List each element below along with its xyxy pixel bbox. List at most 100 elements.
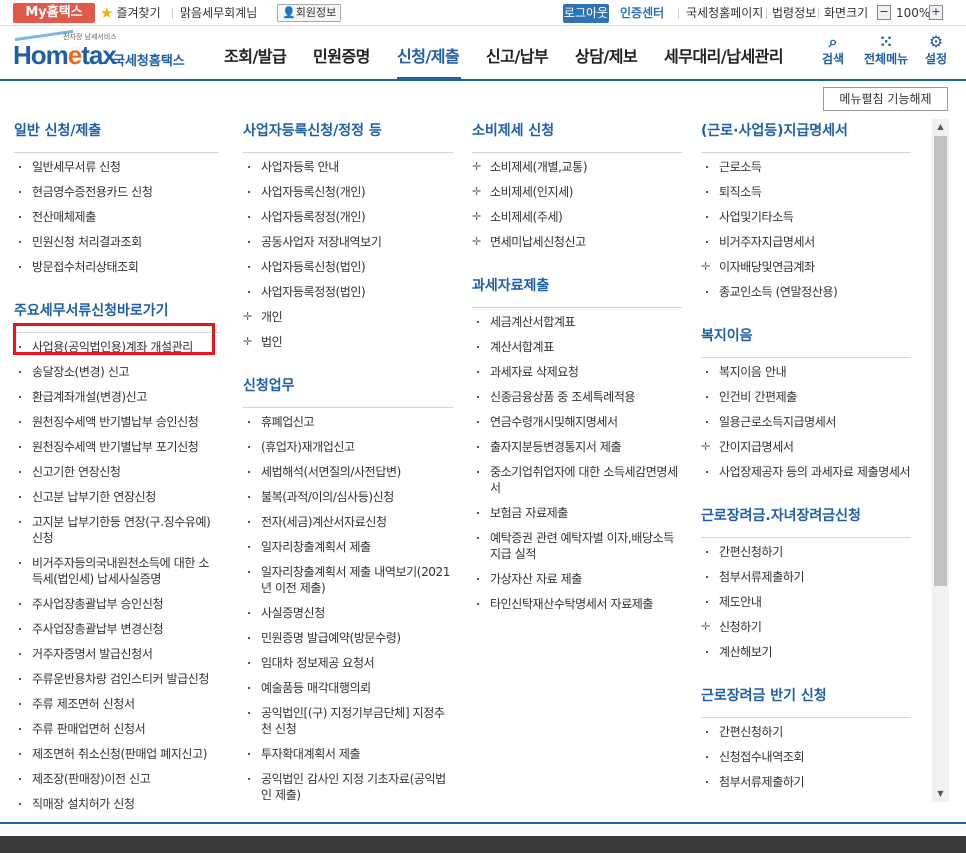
hometax-logo[interactable]: 전자정 남세서비스 Hometax 국세청홈택스 <box>13 29 193 74</box>
menu-link[interactable]: 신고기한 연장신청 <box>14 464 219 480</box>
nav-apply-submit[interactable]: 신청/제출 <box>397 43 460 67</box>
menu-link[interactable]: 사업자등록정정(개인) <box>243 209 453 225</box>
menu-link[interactable]: 개인 <box>243 309 453 325</box>
nav-civil-certificate[interactable]: 민원증명 <box>313 43 370 67</box>
menu-link[interactable]: 주류운반용차량 검인스티커 발급신청 <box>14 671 219 687</box>
menu-link[interactable]: 임대차 정보제공 요청서 <box>243 655 453 671</box>
menu-link[interactable]: 휴폐업신고 <box>243 414 453 430</box>
menu-link[interactable]: 중소기업취업자에 대한 소득세감면명세서 <box>472 464 682 496</box>
menu-link[interactable]: 첨부서류제출하기 <box>701 774 911 790</box>
menu-link[interactable]: 보험금 자료제출 <box>472 505 682 521</box>
menu-link[interactable]: 출자지분등변경통지서 제출 <box>472 439 682 455</box>
menu-link[interactable]: 투자확대계획서 제출 <box>243 746 453 762</box>
menu-link[interactable]: 계산해보기 <box>701 644 911 660</box>
menu-link[interactable]: 사실증명신청 <box>243 605 453 621</box>
menu-link[interactable]: 예술품등 매각대행의뢰 <box>243 680 453 696</box>
menu-link[interactable]: 제조장(판매장)이전 신고 <box>14 771 219 787</box>
menu-link[interactable]: 법인 <box>243 334 453 350</box>
menu-link[interactable]: 일자리창출계획서 제출 내역보기(2021년 이전 제출) <box>243 564 453 596</box>
menu-link[interactable]: 주류 제조면허 신청서 <box>14 696 219 712</box>
menu-link[interactable]: 근로소득 <box>701 159 911 175</box>
menu-expand-disable-button[interactable]: 메뉴펼침 기능해제 <box>823 87 948 111</box>
favorites-button[interactable]: ★ 즐겨찾기 <box>100 3 161 23</box>
menu-link[interactable]: 간편신청하기 <box>701 724 911 740</box>
menu-link[interactable]: 공동사업자 저장내역보기 <box>243 234 453 250</box>
menu-link[interactable]: 퇴직소득 <box>701 184 911 200</box>
menu-link[interactable]: 방문접수처리상태조회 <box>14 259 219 275</box>
cert-center-link[interactable]: 인증센터 <box>620 3 664 23</box>
menu-link[interactable]: 신고분 납부기한 연장신청 <box>14 489 219 505</box>
menu-link[interactable]: 소비제세(주세) <box>472 209 682 225</box>
menu-link[interactable]: 면세미납세신청신고 <box>472 234 682 250</box>
law-info-link[interactable]: 법령정보 <box>772 3 816 23</box>
menu-link[interactable]: 사업장제공자 등의 과세자료 제출명세서 <box>701 464 911 480</box>
menu-link[interactable]: 공익법인 감사인 지정 기초자료(공익법인 제출) <box>243 771 453 803</box>
menu-link[interactable]: 이자배당및연금계좌 <box>701 259 911 275</box>
menu-link[interactable]: 직매장 설치허가 신청 <box>14 796 219 812</box>
menu-link[interactable]: 사업및기타소득 <box>701 209 911 225</box>
menu-link[interactable]: 현금영수증전용카드 신청 <box>14 184 219 200</box>
menu-link[interactable]: 신청하기 <box>701 619 911 635</box>
menu-link[interactable]: 복지이음 안내 <box>701 364 911 380</box>
menu-link[interactable]: 계산서합계표 <box>472 339 682 355</box>
menu-link[interactable]: 세법해석(서면질의/사전답변) <box>243 464 453 480</box>
menu-link[interactable]: 신청접수내역조회 <box>701 749 911 765</box>
nts-homepage-link[interactable]: 국세청홈페이지 <box>686 3 763 23</box>
menu-link[interactable]: 원천징수세액 반기별납부 승인신청 <box>14 414 219 430</box>
menu-link[interactable]: 주사업장총괄납부 변경신청 <box>14 621 219 637</box>
menu-link[interactable]: 주사업장총괄납부 승인신청 <box>14 596 219 612</box>
menu-link[interactable]: 세금계산서합계표 <box>472 314 682 330</box>
menu-link[interactable]: 일용근로소득지급명세서 <box>701 414 911 430</box>
menu-link[interactable]: 제조면허 취소신청(판매업 폐지신고) <box>14 746 219 762</box>
menu-link[interactable]: 고지분 납부기한등 연장(구.징수유예) 신청 <box>14 514 219 546</box>
scroll-down-arrow-icon[interactable]: ▼ <box>932 786 949 802</box>
menu-link[interactable]: 비거주자등의국내원천소득에 대한 소득세(법인세) 납세사실증명 <box>14 555 219 587</box>
menu-link[interactable]: 제도안내 <box>701 594 911 610</box>
zoom-out-button[interactable]: − <box>877 5 891 20</box>
menu-link[interactable]: 과세자료 삭제요청 <box>472 364 682 380</box>
menu-link[interactable]: 원천징수세액 반기별납부 포기신청 <box>14 439 219 455</box>
menu-link[interactable]: 민원신청 처리결과조회 <box>14 234 219 250</box>
menu-link[interactable]: 일반세무서류 신청 <box>14 159 219 175</box>
menu-link[interactable]: 사업자등록신청(개인) <box>243 184 453 200</box>
settings-button[interactable]: ⚙ 설정 <box>925 33 947 67</box>
menu-link[interactable]: 송달장소(변경) 신고 <box>14 364 219 380</box>
nav-tax-agent[interactable]: 세무대리/납세관리 <box>664 43 784 67</box>
nav-consult-report[interactable]: 상담/제보 <box>575 43 638 67</box>
menu-link[interactable]: 소비제세(개별,교통) <box>472 159 682 175</box>
menu-link[interactable]: 주류 판매업면허 신청서 <box>14 721 219 737</box>
menu-link[interactable]: 거주자증명서 발급신청서 <box>14 646 219 662</box>
nav-inquiry-issue[interactable]: 조회/발급 <box>224 43 287 67</box>
menu-link[interactable]: 가상자산 자료 제출 <box>472 571 682 587</box>
menu-link[interactable]: 타인신탁재산수탁명세서 자료제출 <box>472 596 682 612</box>
menu-link[interactable]: 전산매체제출 <box>14 209 219 225</box>
menu-link[interactable]: 연금수령개시및해지명세서 <box>472 414 682 430</box>
search-button[interactable]: ⌕ 검색 <box>822 33 844 67</box>
menu-link[interactable]: 신종금융상품 중 조세특례적용 <box>472 389 682 405</box>
menu-link[interactable]: 사업자등록 안내 <box>243 159 453 175</box>
menu-link[interactable]: 인건비 간편제출 <box>701 389 911 405</box>
scroll-up-arrow-icon[interactable]: ▲ <box>932 119 949 135</box>
menu-link[interactable]: 비거주자지급명세서 <box>701 234 911 250</box>
menu-link[interactable]: 종교인소득 (연말정산용) <box>701 284 911 300</box>
menu-link[interactable]: 일자리창출계획서 제출 <box>243 539 453 555</box>
scrollbar-thumb[interactable] <box>934 136 947 586</box>
my-hometax-button[interactable]: My홈택스 <box>13 3 95 23</box>
menu-link[interactable]: 민원증명 발급예약(방문수령) <box>243 630 453 646</box>
menu-link[interactable]: 예탁증권 관련 예탁자별 이자,배당소득 지급 실적 <box>472 530 682 562</box>
logout-button[interactable]: 로그아웃 <box>563 4 609 23</box>
menu-link[interactable]: 불복(과적/이의/심사등)신청 <box>243 489 453 505</box>
menu-link[interactable]: 사업자등록정정(법인) <box>243 284 453 300</box>
menu-link[interactable]: 환급계좌개설(변경)신고 <box>14 389 219 405</box>
nav-report-pay[interactable]: 신고/납부 <box>486 43 549 67</box>
menu-link[interactable]: 첨부서류제출하기 <box>701 569 911 585</box>
member-info-button[interactable]: 👤회원정보 <box>277 4 342 22</box>
menu-link[interactable]: 간편신청하기 <box>701 544 911 560</box>
zoom-in-button[interactable]: + <box>929 5 943 20</box>
menu-link[interactable]: 공익법인[(구) 지정기부금단체] 지정추천 신청 <box>243 705 453 737</box>
all-menu-button[interactable]: ⁙ 전체메뉴 <box>864 33 908 67</box>
menu-link[interactable]: 간이지급명세서 <box>701 439 911 455</box>
menu-link[interactable]: 전자(세금)계산서자료신청 <box>243 514 453 530</box>
menu-link[interactable]: 소비제세(인지세) <box>472 184 682 200</box>
menu-link[interactable]: 사업자등록신청(법인) <box>243 259 453 275</box>
